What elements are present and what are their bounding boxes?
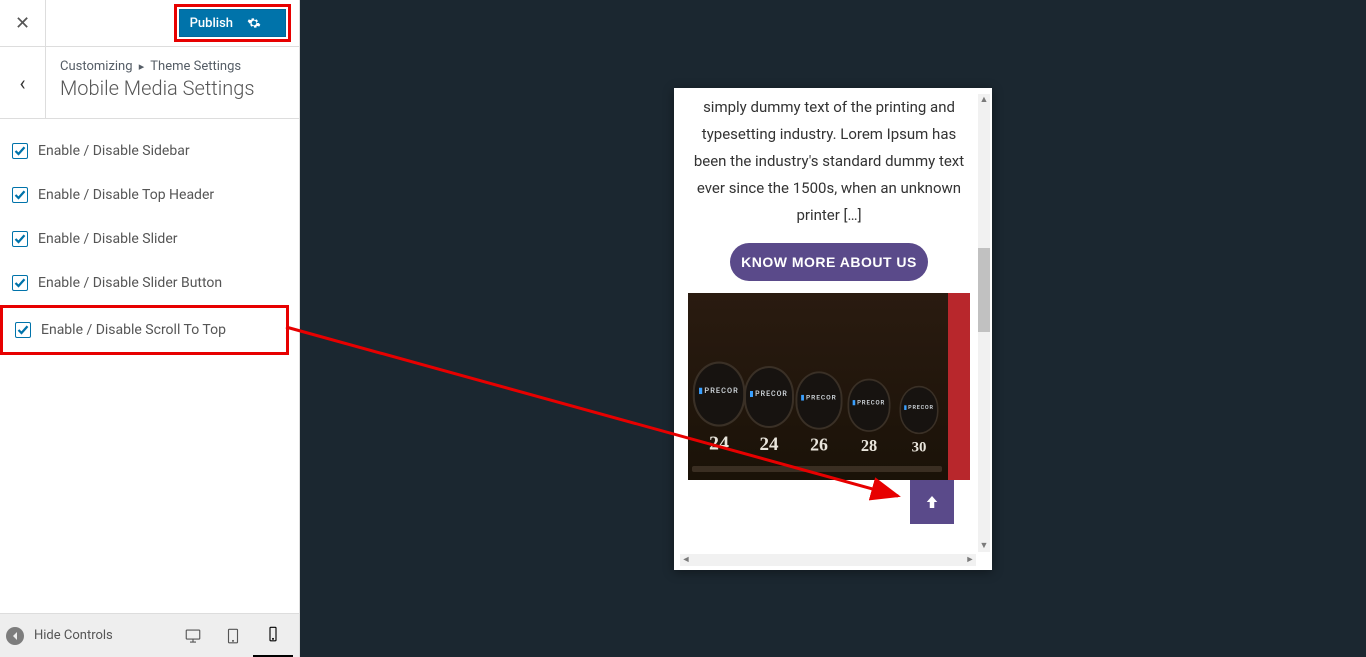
- option-enable-scroll-to-top[interactable]: Enable / Disable Scroll To Top: [15, 308, 286, 352]
- hide-controls-label: Hide Controls: [34, 628, 113, 643]
- close-customizer-button[interactable]: ✕: [0, 0, 46, 47]
- option-enable-top-header[interactable]: Enable / Disable Top Header: [12, 173, 299, 217]
- breadcrumb-text: Customizing ▸ Theme Settings Mobile Medi…: [46, 47, 268, 118]
- hide-controls-button[interactable]: Hide Controls: [6, 627, 173, 645]
- scroll-up-icon[interactable]: ▲: [978, 94, 990, 106]
- breadcrumb-row: ‹ Customizing ▸ Theme Settings Mobile Me…: [0, 47, 299, 119]
- option-enable-sidebar[interactable]: Enable / Disable Sidebar: [12, 129, 299, 173]
- checkbox-checked-icon[interactable]: [12, 275, 28, 291]
- about-paragraph: simply dummy text of the printing and ty…: [682, 94, 976, 237]
- option-highlight-box: Enable / Disable Scroll To Top: [0, 305, 289, 355]
- option-label: Enable / Disable Slider: [38, 231, 178, 247]
- breadcrumb-trail: Customizing ▸ Theme Settings: [60, 59, 254, 74]
- about-image: PRECOR24 PRECOR24 PRECOR26 PRECOR28 PREC…: [688, 293, 970, 480]
- mobile-icon: [264, 625, 282, 643]
- scroll-right-icon[interactable]: ►: [964, 554, 976, 566]
- tablet-icon: [224, 627, 242, 645]
- close-icon: ✕: [15, 13, 30, 34]
- publish-button[interactable]: Publish: [179, 9, 286, 37]
- device-preview-switch: [173, 614, 293, 657]
- option-label: Enable / Disable Scroll To Top: [41, 322, 226, 338]
- device-mobile-button[interactable]: [253, 614, 293, 657]
- scroll-left-icon[interactable]: ◄: [680, 554, 692, 566]
- publish-highlight-box: Publish: [174, 4, 291, 42]
- option-label: Enable / Disable Top Header: [38, 187, 214, 203]
- mobile-preview-frame: simply dummy text of the printing and ty…: [674, 88, 992, 570]
- crumb-parent: Theme Settings: [150, 59, 241, 74]
- option-enable-slider-button[interactable]: Enable / Disable Slider Button: [12, 261, 299, 305]
- rack-bar: [692, 466, 942, 472]
- chevron-left-icon: ‹: [19, 71, 25, 95]
- checkbox-checked-icon[interactable]: [12, 143, 28, 159]
- crumb-root: Customizing: [60, 59, 133, 74]
- customizer-sidebar: ✕ Publish ‹ Customizing ▸ Theme Settings…: [0, 0, 300, 657]
- checkbox-checked-icon[interactable]: [12, 187, 28, 203]
- option-enable-slider[interactable]: Enable / Disable Slider: [12, 217, 299, 261]
- gear-icon[interactable]: [247, 16, 261, 30]
- customizer-topbar: ✕ Publish: [0, 0, 299, 47]
- checkbox-checked-icon[interactable]: [15, 322, 31, 338]
- device-tablet-button[interactable]: [213, 614, 253, 657]
- horizontal-scrollbar[interactable]: ◄ ►: [680, 554, 976, 566]
- checkbox-checked-icon[interactable]: [12, 231, 28, 247]
- vertical-scrollbar[interactable]: ▲ ▼: [978, 94, 990, 552]
- page-title: Mobile Media Settings: [60, 76, 254, 100]
- preview-area: simply dummy text of the printing and ty…: [300, 0, 1366, 657]
- know-more-button[interactable]: KNOW MORE ABOUT US: [730, 243, 928, 281]
- arrow-up-icon: [923, 492, 941, 512]
- option-label: Enable / Disable Sidebar: [38, 143, 190, 159]
- back-button[interactable]: ‹: [0, 47, 46, 118]
- scrollbar-thumb[interactable]: [978, 248, 990, 332]
- desktop-icon: [184, 627, 202, 645]
- option-label: Enable / Disable Slider Button: [38, 275, 222, 291]
- scroll-down-icon[interactable]: ▼: [978, 540, 990, 552]
- chevron-right-icon: ▸: [139, 60, 145, 73]
- collapse-left-icon: [6, 627, 24, 645]
- scroll-to-top-button[interactable]: [910, 480, 954, 524]
- dumbbell-row: PRECOR24 PRECOR24 PRECOR26 PRECOR28 PREC…: [694, 366, 940, 456]
- mobile-preview-content[interactable]: simply dummy text of the printing and ty…: [682, 94, 976, 552]
- publish-label: Publish: [190, 16, 233, 31]
- customizer-footer: Hide Controls: [0, 613, 299, 657]
- device-desktop-button[interactable]: [173, 614, 213, 657]
- options-list: Enable / Disable Sidebar Enable / Disabl…: [0, 119, 299, 355]
